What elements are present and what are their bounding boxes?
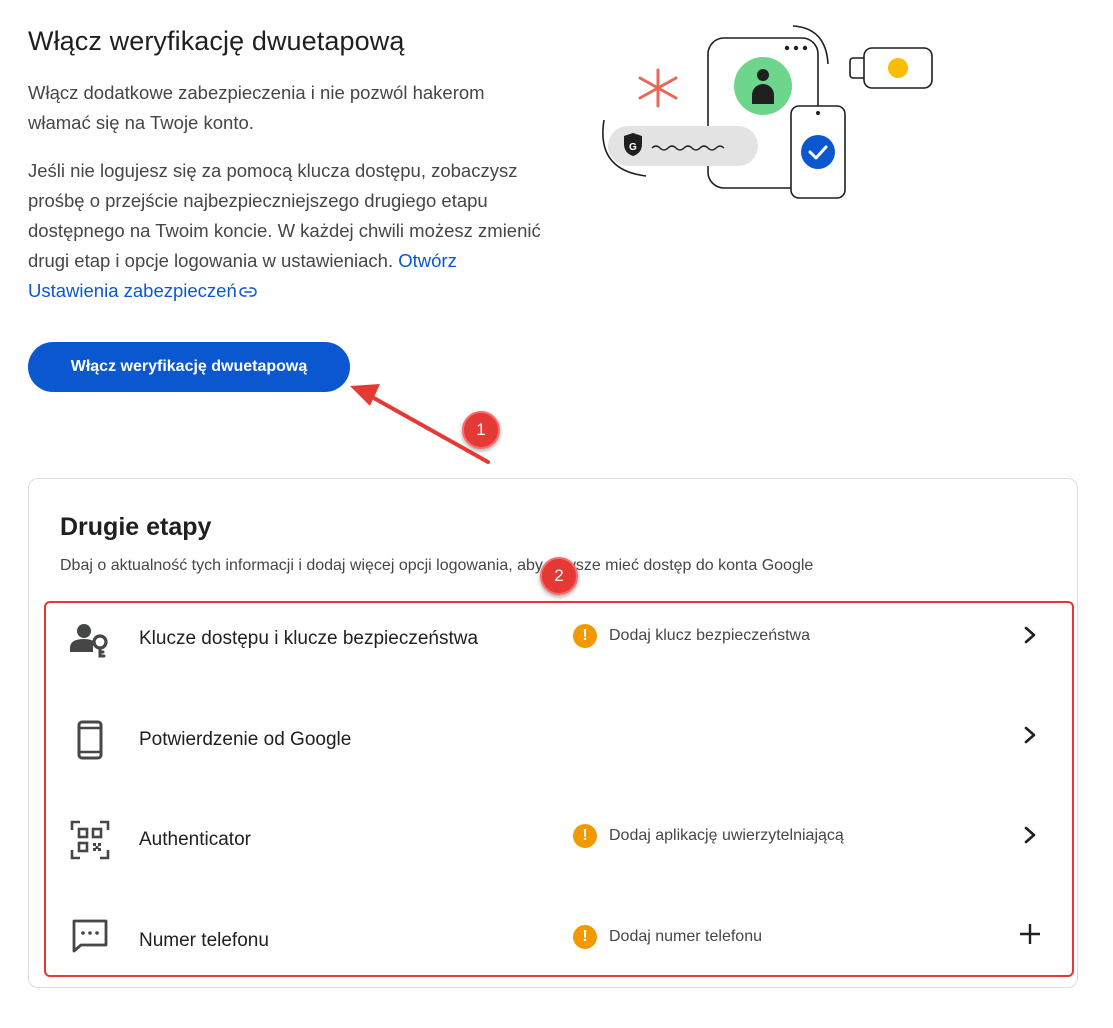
row-label: Klucze dostępu i klucze bezpieczeństwa (139, 628, 479, 649)
row-label: Numer telefonu (139, 930, 269, 951)
security-illustration: G (602, 25, 933, 199)
row-passkeys[interactable]: Klucze dostępu i klucze bezpieczeństwa !… (46, 590, 1072, 690)
intro-paragraph-2-text: Jeśli nie logujesz się za pomocą klucza … (28, 160, 541, 271)
row-phone-number[interactable]: Numer telefonu ! Dodaj numer telefonu (46, 886, 1072, 986)
row-status: ! Dodaj numer telefonu (573, 925, 762, 949)
asterisk-icon (638, 68, 678, 108)
row-authenticator[interactable]: Authenticator ! Dodaj aplikację uwierzyt… (46, 790, 1072, 890)
sms-icon (70, 916, 110, 956)
phone-icon (70, 720, 110, 760)
row-label: Potwierdzenie od Google (139, 729, 352, 750)
qr-code-icon (70, 820, 110, 860)
page-title: Włącz weryfikację dwuetapową (28, 26, 405, 56)
annotation-marker-2: 2 (540, 557, 578, 595)
intro-paragraph-2: Jeśli nie logujesz się za pomocą klucza … (28, 156, 548, 306)
second-steps-title: Drugie etapy (60, 513, 212, 541)
row-google-prompt[interactable]: Potwierdzenie od Google (46, 690, 1072, 790)
warning-icon: ! (573, 824, 597, 848)
intro-paragraph-1: Włącz dodatkowe zabezpieczenia i nie poz… (28, 82, 485, 133)
row-status: ! Dodaj aplikację uwierzytelniającą (573, 824, 844, 848)
row-status: ! Dodaj klucz bezpieczeństwa (573, 624, 810, 648)
warning-icon: ! (573, 925, 597, 949)
account-badge-icon (734, 57, 792, 115)
status-text: Dodaj numer telefonu (609, 928, 762, 945)
warning-icon: ! (573, 624, 597, 648)
chevron-right-icon[interactable] (1018, 723, 1042, 747)
second-steps-description: Dbaj o aktualność tych informacji i doda… (60, 557, 814, 574)
enable-2sv-button[interactable]: Włącz weryfikację dwuetapową (28, 342, 350, 392)
svg-text:G: G (629, 142, 637, 153)
row-label: Authenticator (139, 829, 251, 850)
security-key-icon (849, 47, 933, 89)
status-text: Dodaj aplikację uwierzytelniającą (609, 827, 844, 844)
link-icon (238, 287, 257, 297)
annotation-marker-1: 1 (462, 411, 500, 449)
passkey-icon (70, 620, 110, 660)
plus-icon[interactable] (1018, 922, 1042, 946)
chevron-right-icon[interactable] (1018, 623, 1042, 647)
status-text: Dodaj klucz bezpieczeństwa (609, 627, 810, 644)
chevron-right-icon[interactable] (1018, 823, 1042, 847)
